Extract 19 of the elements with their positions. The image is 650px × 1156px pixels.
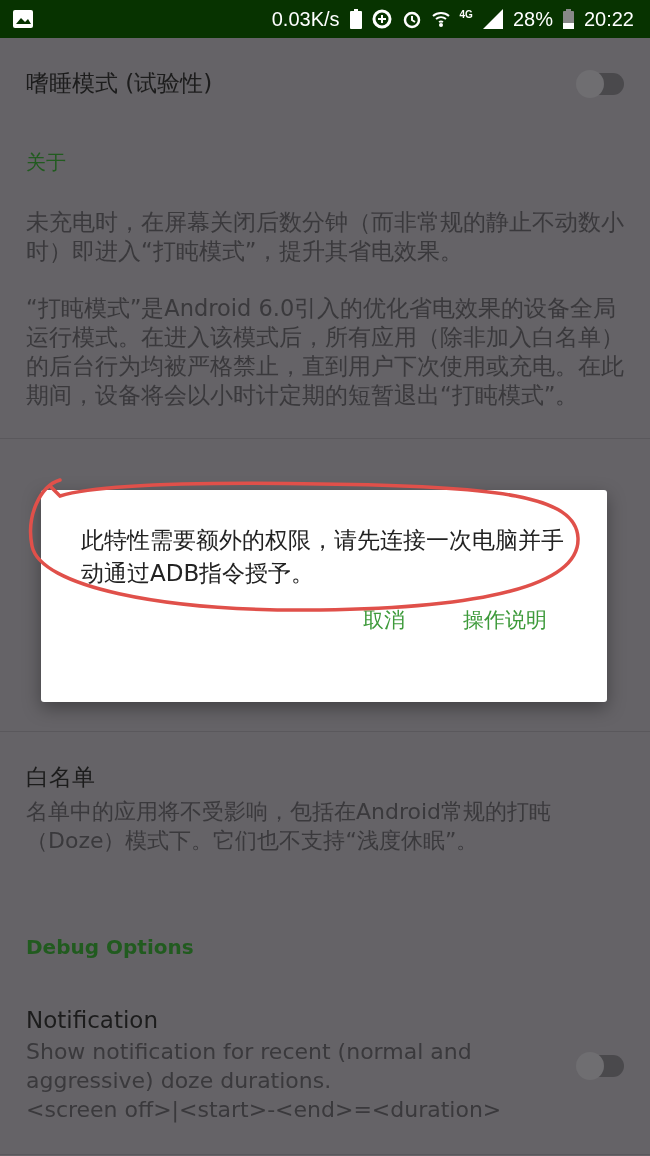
- battery-saver-icon: [349, 9, 362, 29]
- image-icon: [12, 9, 34, 29]
- section-header: 关于: [25, 149, 67, 176]
- dialog-button[interactable]: 操作说明: [461, 602, 549, 638]
- network-type: 4G: [459, 8, 473, 20]
- setting-title: 嗜睡模式 (试验性): [26, 69, 214, 98]
- section-header: Debug Options: [25, 934, 195, 961]
- battery-percent: 28%: [512, 7, 553, 31]
- setting-title: Notification: [26, 1007, 159, 1033]
- dialog-button[interactable]: 取消: [361, 602, 407, 638]
- wifi-icon: [431, 9, 450, 29]
- network-speed: 0.03K/s: [271, 7, 340, 31]
- data-saver-icon: [371, 9, 392, 29]
- signal-icon: [482, 9, 503, 29]
- alarm-icon: [401, 9, 422, 29]
- setting-title[interactable]: 白名单: [26, 762, 624, 793]
- dialog-message: 此特性需要额外的权限，请先连接一次电脑并手动通过ADB指令授予。: [81, 526, 565, 588]
- clock: 20:22: [583, 7, 634, 31]
- battery-icon: [562, 9, 574, 29]
